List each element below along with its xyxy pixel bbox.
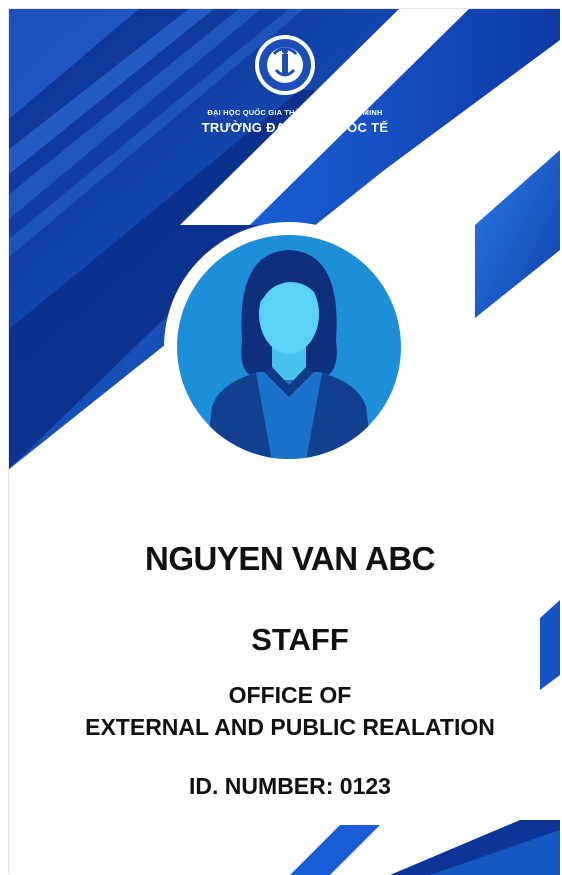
- university-parent-name: ĐẠI HỌC QUỐC GIA THÀNH PHỐ HỒ CHÍ MINH: [207, 108, 383, 117]
- university-name: TRƯỜNG ĐẠI HỌC QUỐC TẾ: [201, 120, 389, 135]
- staff-role: STAFF: [251, 622, 349, 657]
- office-line-2: EXTERNAL AND PUBLIC REALATION: [85, 714, 495, 740]
- avatar-icon: [164, 222, 414, 472]
- office-line-1: OFFICE OF: [228, 682, 352, 708]
- id-card: ĐẠI HỌC QUỐC GIA THÀNH PHỐ HỒ CHÍ MINH T…: [0, 0, 562, 875]
- staff-name: NGUYEN VAN ABC: [144, 540, 436, 577]
- id-number: ID. NUMBER: 0123: [189, 773, 391, 799]
- university-logo-icon: [255, 35, 315, 95]
